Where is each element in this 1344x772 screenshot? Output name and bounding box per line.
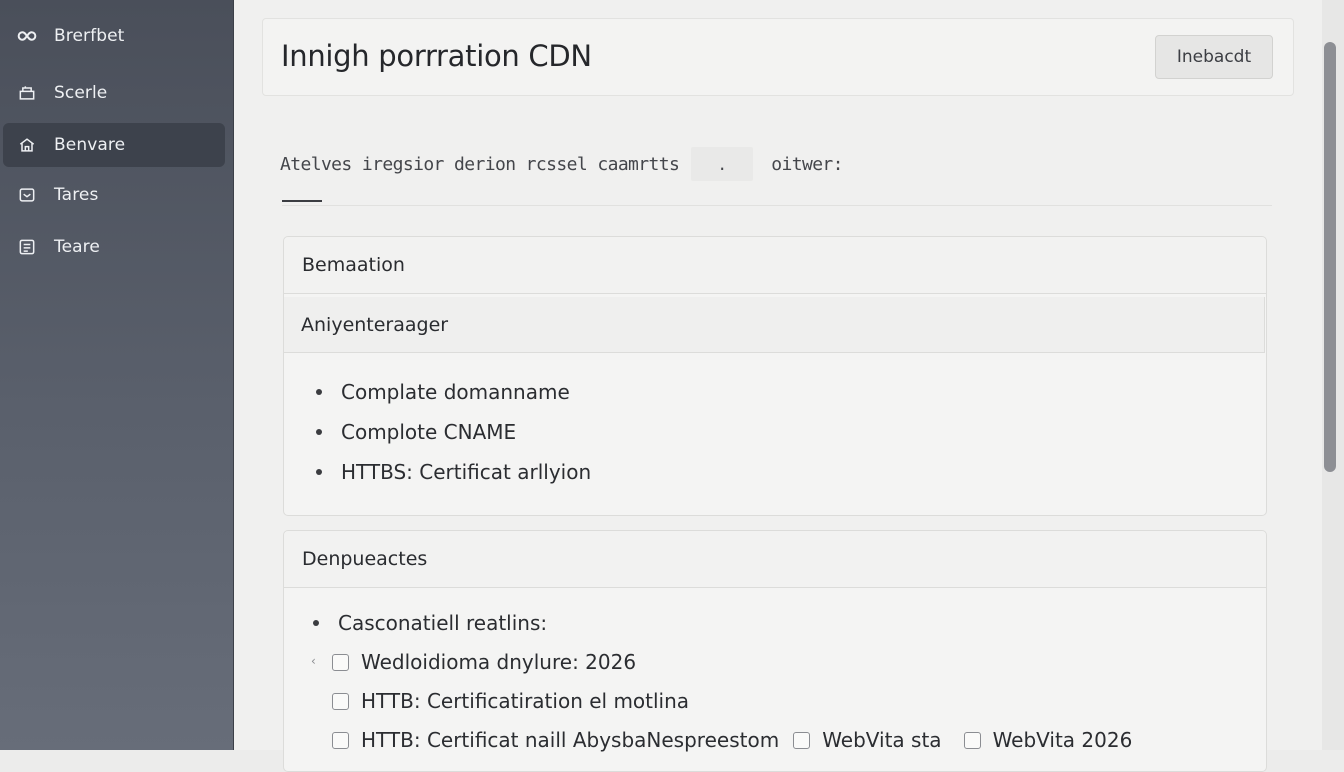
section-subtitle[interactable]: Aniyenteraager bbox=[283, 297, 1265, 353]
nested-marker: ‹ bbox=[311, 654, 316, 668]
list-item: Complote CNAME bbox=[316, 412, 591, 452]
sidebar-item-scerle[interactable]: Scerle bbox=[3, 71, 225, 115]
page-title: Innigh porrration CDN bbox=[281, 39, 592, 73]
checkbox[interactable] bbox=[963, 731, 981, 749]
list-item: Complate domanname bbox=[316, 372, 591, 412]
requirements-list: Complate domanname Complote CNAME HTTBS:… bbox=[316, 372, 591, 492]
list-item: HTTBS: Certificat arllyion bbox=[316, 452, 591, 492]
checkbox[interactable] bbox=[332, 653, 349, 671]
divider bbox=[282, 205, 1272, 206]
sidebar-item-brerfbet[interactable]: Brerfbet bbox=[3, 14, 225, 58]
list-item-text: Casconatiell reatlins: bbox=[338, 611, 548, 635]
list-item-text: Complote CNAME bbox=[341, 420, 517, 444]
header-action-button[interactable]: Inebacdt bbox=[1155, 35, 1273, 79]
description-suffix: oitwer: bbox=[771, 153, 843, 175]
list-icon bbox=[16, 236, 38, 258]
message-icon bbox=[16, 184, 38, 206]
bullet-dot bbox=[316, 469, 322, 475]
scrollbar-thumb[interactable] bbox=[1324, 42, 1336, 472]
dependencies-list: Casconatiell reatlins: bbox=[313, 603, 547, 643]
header-card: Innigh porrration CDN Inebacdt bbox=[262, 18, 1294, 96]
checkbox-row[interactable]: HTTB: Certificat naill AbysbaNespreestom… bbox=[332, 722, 1132, 758]
sidebar-item-label: Benvare bbox=[54, 135, 126, 155]
active-tab-indicator bbox=[282, 200, 322, 202]
description-row: Atelves iregsior derion rcssel caamrtts … bbox=[280, 147, 844, 181]
checkbox-row[interactable]: HTTB: Certificatiration el motlina bbox=[332, 683, 689, 719]
sidebar-item-label: Brerfbet bbox=[54, 26, 125, 46]
home-icon bbox=[16, 134, 38, 156]
sidebar-item-benvare[interactable]: Benvare bbox=[3, 123, 225, 167]
bullet-dot bbox=[316, 429, 322, 435]
checkbox-label: HTTB: Certificat naill AbysbaNespreestom bbox=[361, 728, 780, 752]
infinity-icon bbox=[16, 25, 38, 47]
checkbox-label: Wedloidioma dnylure: 2026 bbox=[361, 650, 637, 674]
checkbox[interactable] bbox=[793, 731, 811, 749]
bullet-dot bbox=[313, 620, 319, 626]
checkbox-row[interactable]: Wedloidioma dnylure: 2026 bbox=[332, 644, 636, 680]
bullet-dot bbox=[316, 389, 322, 395]
list-item-text: HTTBS: Certificat arllyion bbox=[341, 460, 592, 484]
description-text: Atelves iregsior derion rcssel caamrtts bbox=[280, 153, 680, 175]
sidebar-item-teare[interactable]: Teare bbox=[3, 225, 225, 269]
checkbox-label: HTTB: Certificatiration el motlina bbox=[361, 689, 690, 713]
sidebar-item-tares[interactable]: Tares bbox=[3, 173, 225, 217]
sidebar: Brerfbet Scerle Benvare Tares Teare bbox=[0, 0, 234, 750]
sidebar-item-label: Scerle bbox=[54, 83, 108, 103]
section-title[interactable]: Denpueactes bbox=[284, 531, 1266, 588]
section-title[interactable]: Bemaation bbox=[284, 237, 1266, 294]
checkbox[interactable] bbox=[332, 731, 349, 749]
checkbox-label: WebVita sta bbox=[822, 728, 942, 752]
store-icon bbox=[16, 82, 38, 104]
sidebar-item-label: Teare bbox=[54, 237, 100, 257]
checkbox-label: WebVita 2026 bbox=[992, 728, 1133, 752]
list-item-text: Complate domanname bbox=[341, 380, 570, 404]
checkbox[interactable] bbox=[332, 692, 349, 710]
sidebar-item-label: Tares bbox=[54, 185, 99, 205]
main-content: Innigh porrration CDN Inebacdt Atelves i… bbox=[234, 0, 1322, 772]
list-item: Casconatiell reatlins: bbox=[313, 603, 547, 643]
description-input[interactable] bbox=[691, 147, 754, 181]
